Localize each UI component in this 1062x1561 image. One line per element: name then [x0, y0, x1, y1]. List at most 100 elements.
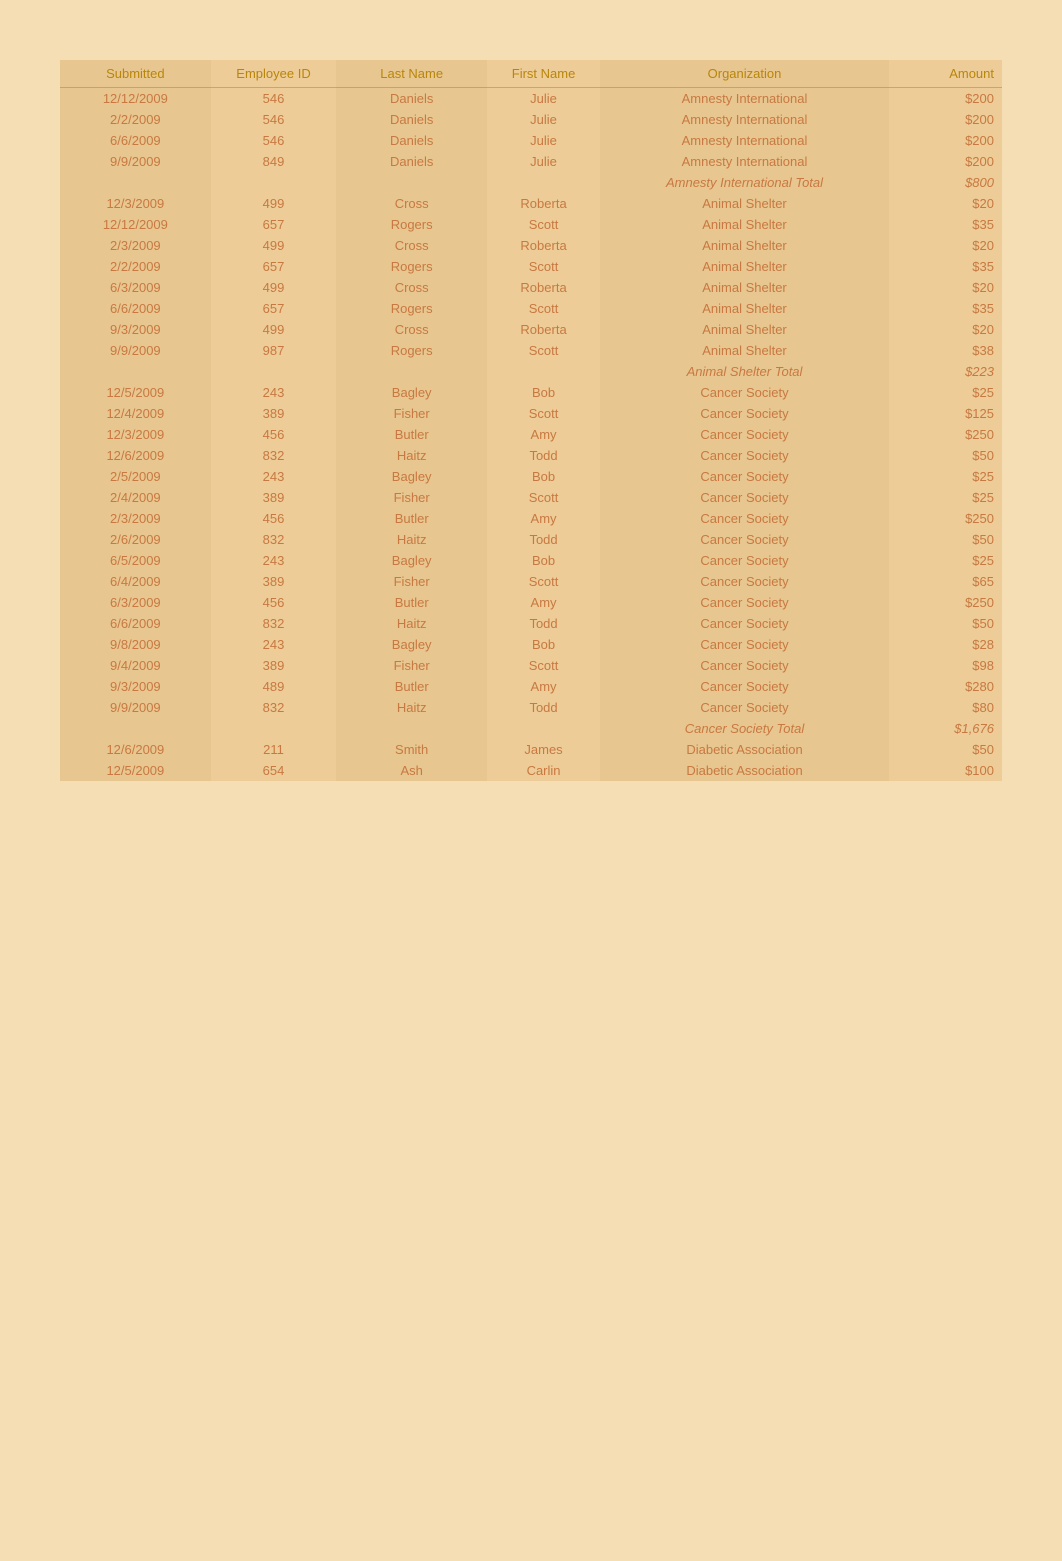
cell-first-name: Roberta [487, 277, 600, 298]
cell-submitted: 12/3/2009 [60, 424, 211, 445]
cell-amount: $20 [889, 277, 1002, 298]
cell-first-name: Todd [487, 529, 600, 550]
cell-org: Cancer Society [600, 592, 889, 613]
cell-first-name: Julie [487, 88, 600, 110]
table-row: 12/12/2009546DanielsJulieAmnesty Interna… [60, 88, 1002, 110]
header-first-name: First Name [487, 60, 600, 88]
cell-amount: $20 [889, 193, 1002, 214]
table-row: 2/2/2009546DanielsJulieAmnesty Internati… [60, 109, 1002, 130]
cell-amount: $250 [889, 508, 1002, 529]
cell-submitted: 12/6/2009 [60, 739, 211, 760]
cell-first-name: Amy [487, 508, 600, 529]
table-row: 2/3/2009499CrossRobertaAnimal Shelter$20 [60, 235, 1002, 256]
cell-submitted: 6/3/2009 [60, 592, 211, 613]
cell-last-name: Butler [336, 676, 487, 697]
cell-org: Animal Shelter [600, 340, 889, 361]
table-row: 6/6/2009657RogersScottAnimal Shelter$35 [60, 298, 1002, 319]
cell-last-name: Cross [336, 277, 487, 298]
cell-amount: $28 [889, 634, 1002, 655]
cell-last-name: Haitz [336, 697, 487, 718]
cell-org: Amnesty International [600, 151, 889, 172]
cell-org: Cancer Society [600, 550, 889, 571]
cell-first-name: James [487, 739, 600, 760]
table-row: 2/5/2009243BagleyBobCancer Society$25 [60, 466, 1002, 487]
table-row: 6/5/2009243BagleyBobCancer Society$25 [60, 550, 1002, 571]
empty-cell [487, 172, 600, 193]
cell-last-name: Smith [336, 739, 487, 760]
header-submitted: Submitted [60, 60, 211, 88]
cell-submitted: 6/5/2009 [60, 550, 211, 571]
cell-amount: $200 [889, 151, 1002, 172]
cell-amount: $98 [889, 655, 1002, 676]
cell-first-name: Scott [487, 340, 600, 361]
cell-org: Animal Shelter [600, 193, 889, 214]
cell-org: Cancer Society [600, 382, 889, 403]
empty-cell [336, 172, 487, 193]
cell-last-name: Fisher [336, 487, 487, 508]
empty-cell [487, 361, 600, 382]
cell-emp-id: 832 [211, 529, 337, 550]
cell-amount: $35 [889, 256, 1002, 277]
cell-emp-id: 832 [211, 445, 337, 466]
cell-submitted: 9/8/2009 [60, 634, 211, 655]
cell-submitted: 2/4/2009 [60, 487, 211, 508]
empty-cell [487, 718, 600, 739]
cell-amount: $200 [889, 88, 1002, 110]
table-row: Amnesty International Total$800 [60, 172, 1002, 193]
table-row: 2/6/2009832HaitzToddCancer Society$50 [60, 529, 1002, 550]
cell-submitted: 12/3/2009 [60, 193, 211, 214]
table-row: 9/4/2009389FisherScottCancer Society$98 [60, 655, 1002, 676]
cell-first-name: Carlin [487, 760, 600, 781]
cell-emp-id: 243 [211, 466, 337, 487]
header-employee-id: Employee ID [211, 60, 337, 88]
cell-first-name: Julie [487, 130, 600, 151]
cell-org: Cancer Society [600, 466, 889, 487]
table-row: 12/4/2009389FisherScottCancer Society$12… [60, 403, 1002, 424]
cell-submitted: 9/9/2009 [60, 697, 211, 718]
empty-cell [211, 172, 337, 193]
cell-first-name: Scott [487, 571, 600, 592]
cell-submitted: 9/4/2009 [60, 655, 211, 676]
cell-submitted: 12/4/2009 [60, 403, 211, 424]
cell-submitted: 9/3/2009 [60, 676, 211, 697]
table-row: 9/9/2009849DanielsJulieAmnesty Internati… [60, 151, 1002, 172]
cell-first-name: Bob [487, 550, 600, 571]
cell-org: Cancer Society [600, 676, 889, 697]
cell-emp-id: 456 [211, 592, 337, 613]
cell-submitted: 12/5/2009 [60, 382, 211, 403]
cell-emp-id: 849 [211, 151, 337, 172]
table-row: 9/8/2009243BagleyBobCancer Society$28 [60, 634, 1002, 655]
cell-first-name: Scott [487, 298, 600, 319]
cell-first-name: Todd [487, 445, 600, 466]
cell-emp-id: 489 [211, 676, 337, 697]
cell-emp-id: 987 [211, 340, 337, 361]
cell-org: Cancer Society [600, 424, 889, 445]
table-row: 6/3/2009456ButlerAmyCancer Society$250 [60, 592, 1002, 613]
cell-submitted: 6/3/2009 [60, 277, 211, 298]
cell-submitted: 6/6/2009 [60, 298, 211, 319]
cell-emp-id: 243 [211, 550, 337, 571]
table-row: Cancer Society Total$1,676 [60, 718, 1002, 739]
cell-last-name: Butler [336, 424, 487, 445]
page-container: Submitted Employee ID Last Name First Na… [0, 0, 1062, 841]
cell-last-name: Bagley [336, 382, 487, 403]
cell-last-name: Daniels [336, 130, 487, 151]
cell-submitted: 2/5/2009 [60, 466, 211, 487]
cell-amount: $50 [889, 739, 1002, 760]
cell-last-name: Cross [336, 235, 487, 256]
cell-first-name: Amy [487, 676, 600, 697]
cell-amount: $250 [889, 424, 1002, 445]
cell-amount: $200 [889, 109, 1002, 130]
cell-last-name: Haitz [336, 613, 487, 634]
cell-first-name: Todd [487, 613, 600, 634]
cell-last-name: Haitz [336, 529, 487, 550]
cell-last-name: Butler [336, 592, 487, 613]
cell-last-name: Butler [336, 508, 487, 529]
cell-submitted: 12/12/2009 [60, 214, 211, 235]
cell-emp-id: 546 [211, 130, 337, 151]
cell-last-name: Daniels [336, 109, 487, 130]
cell-emp-id: 389 [211, 487, 337, 508]
cell-amount: $38 [889, 340, 1002, 361]
cell-org: Cancer Society [600, 508, 889, 529]
header-last-name: Last Name [336, 60, 487, 88]
